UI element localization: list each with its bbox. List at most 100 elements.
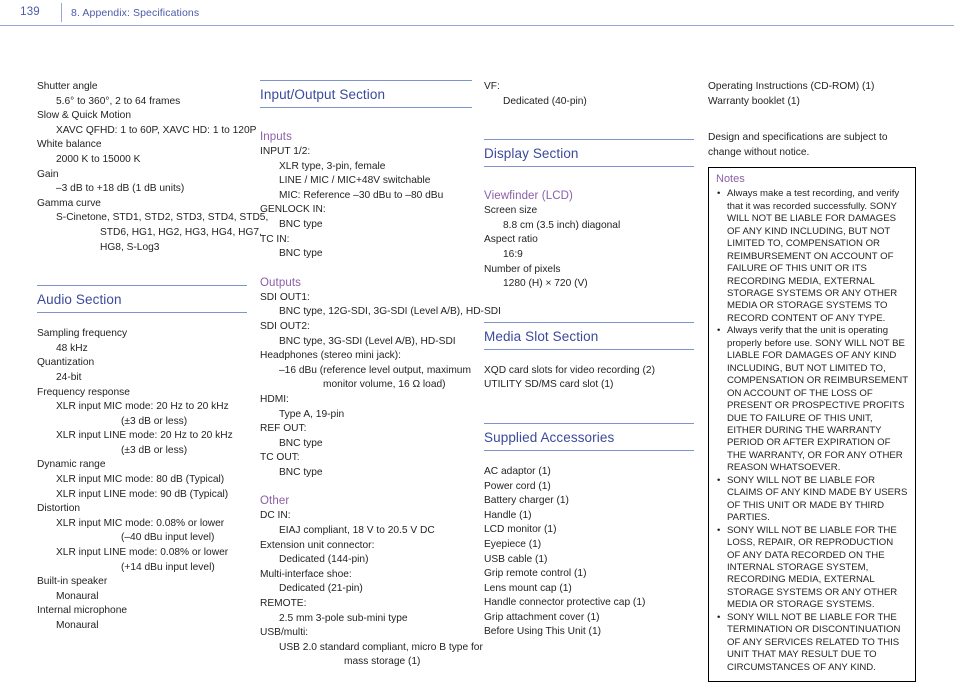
note-text: SONY WILL NOT BE LIABLE FOR CLAIMS OF AN… xyxy=(727,474,908,524)
spec-label: Frequency response xyxy=(37,386,130,398)
column-3: VF: Dedicated (40-pin) Display Section V… xyxy=(484,80,694,640)
spec-label: Shutter angle xyxy=(37,81,98,92)
spec-value: XLR input MIC mode: 80 dB (Typical) xyxy=(56,474,225,486)
spec-value: Dedicated (40-pin) xyxy=(503,95,587,107)
spec-value: EIAJ compliant, 18 V to 20.5 V DC xyxy=(279,525,435,537)
accessory-item: Battery charger (1) xyxy=(484,495,569,507)
spec-value-continuation: monitor volume, 16 Ω load) xyxy=(323,379,446,391)
page-title: 8. Appendix: Specifications xyxy=(71,7,200,19)
spec-value: 24-bit xyxy=(56,371,82,383)
accessory-item: Power cord (1) xyxy=(484,480,551,492)
spec-value: 2.5 mm 3-pole sub-mini type xyxy=(279,612,408,624)
accessory-item: AC adaptor (1) xyxy=(484,465,551,477)
column-1: Shutter angle 5.6° to 360°, 2 to 64 fram… xyxy=(37,80,269,634)
spec-value: MIC: Reference –30 dBu to –80 dBu xyxy=(279,189,444,201)
note-item: • SONY WILL NOT BE LIABLE FOR CLAIMS OF … xyxy=(716,475,908,525)
spec-value: BNC type xyxy=(279,466,323,478)
section-heading-display: Display Section xyxy=(484,139,694,168)
spec-label: Built-in speaker xyxy=(37,576,108,588)
spec-value: Monaural xyxy=(56,620,99,631)
spec-value: 8.8 cm (3.5 inch) diagonal xyxy=(503,219,621,231)
spec-label: SDI OUT1: xyxy=(260,291,310,303)
spec-label: Sampling frequency xyxy=(37,328,128,340)
spec-value-continuation: mass storage (1) xyxy=(344,656,421,668)
spec-value: XAVC QFHD: 1 to 60P, XAVC HD: 1 to 120P xyxy=(56,124,257,136)
spec-label: Distortion xyxy=(37,503,81,515)
accessory-item: Lens mount cap (1) xyxy=(484,582,572,594)
spec-value: BNC type xyxy=(279,218,323,230)
spec-value: 16:9 xyxy=(503,248,523,260)
subheading-outputs: Outputs xyxy=(260,276,301,289)
note-text: SONY WILL NOT BE LIABLE FOR THE LOSS, RE… xyxy=(727,524,898,611)
accessory-item: Handle connector protective cap (1) xyxy=(484,597,646,609)
accessory-item: Handle (1) xyxy=(484,509,532,521)
spec-value: BNC type, 3G-SDI (Level A/B), HD-SDI xyxy=(279,335,456,347)
spec-value: Monaural xyxy=(56,590,99,602)
spec-label: Gain xyxy=(37,168,59,180)
bullet-icon: • xyxy=(717,474,721,486)
spec-label: TC IN: xyxy=(260,233,290,245)
header-divider xyxy=(61,3,62,22)
spec-value: S-Cinetone, STD1, STD2, STD3, STD4, STD5… xyxy=(56,212,269,224)
note-item: • Always make a test recording, and veri… xyxy=(716,188,908,325)
page-header: 139 8. Appendix: Specifications xyxy=(0,0,954,28)
bullet-icon: • xyxy=(717,325,721,337)
column-2: Input/Output Section Inputs INPUT 1/2: X… xyxy=(260,80,501,670)
spec-value: BNC type, 12G-SDI, 3G-SDI (Level A/B), H… xyxy=(279,306,501,318)
spec-label: REF OUT: xyxy=(260,423,307,435)
specifications-disclaimer: Design and specifications are subject to… xyxy=(708,132,888,158)
subheading-viewfinder-lcd: Viewfinder (LCD) xyxy=(484,190,573,203)
spec-label: Quantization xyxy=(37,357,95,369)
spec-label: Multi-interface shoe: xyxy=(260,568,352,580)
bullet-icon: • xyxy=(717,611,721,623)
spec-value: XLR input LINE mode: 0.08% or lower xyxy=(56,547,229,559)
spec-value-continuation: (–40 dBu input level) xyxy=(121,532,215,544)
spec-value: –3 dB to +18 dB (1 dB units) xyxy=(56,183,185,195)
spec-label: VF: xyxy=(484,81,500,92)
spec-label: Internal microphone xyxy=(37,605,128,617)
spec-value: XLR input LINE mode: 20 Hz to 20 kHz xyxy=(56,430,233,442)
page-number: 139 xyxy=(20,6,40,18)
spec-label: DC IN: xyxy=(260,510,291,522)
specification-page: 139 8. Appendix: Specifications Shutter … xyxy=(0,0,954,682)
spec-label: White balance xyxy=(37,139,102,151)
spec-value-continuation: HG8, S-Log3 xyxy=(100,241,160,253)
spec-value-continuation: (±3 dB or less) xyxy=(121,444,188,456)
note-item: • Always verify that the unit is operati… xyxy=(716,325,908,474)
accessory-item: Grip attachment cover (1) xyxy=(484,611,600,623)
spec-label: INPUT 1/2: xyxy=(260,146,311,157)
notes-box: Notes • Always make a test recording, an… xyxy=(708,167,916,682)
note-text: Always verify that the unit is operating… xyxy=(727,325,908,474)
subheading-other: Other xyxy=(260,495,290,508)
note-item: • SONY WILL NOT BE LIABLE FOR THE LOSS, … xyxy=(716,525,908,612)
accessory-item: Grip remote control (1) xyxy=(484,568,587,580)
spec-value: 1280 (H) × 720 (V) xyxy=(503,278,588,290)
spec-value: Dedicated (21-pin) xyxy=(279,583,363,595)
spec-value: BNC type xyxy=(279,437,323,449)
spec-value: XLR input MIC mode: 20 Hz to 20 kHz xyxy=(56,401,229,413)
spec-value: –16 dBu (reference level output, maximum xyxy=(279,364,471,376)
media-slot-line: UTILITY SD/MS card slot (1) xyxy=(484,379,614,391)
spec-label: USB/multi: xyxy=(260,627,309,639)
spec-value: LINE / MIC / MIC+48V switchable xyxy=(279,175,431,187)
accessory-item: Warranty booklet (1) xyxy=(708,95,800,107)
spec-value-continuation: (±3 dB or less) xyxy=(121,415,188,427)
spec-label: SDI OUT2: xyxy=(260,320,310,332)
notes-title: Notes xyxy=(716,173,745,186)
section-heading-media-slot: Media Slot Section xyxy=(484,321,694,350)
spec-value: Type A, 19-pin xyxy=(279,408,345,420)
spec-label: Screen size xyxy=(484,205,538,217)
spec-value-continuation: STD6, HG1, HG2, HG3, HG4, HG7, xyxy=(100,226,262,238)
media-slot-line: XQD card slots for video recording (2) xyxy=(484,364,655,376)
spec-value: 2000 K to 15000 K xyxy=(56,153,141,165)
spec-label: HDMI: xyxy=(260,393,289,405)
spec-value: XLR input MIC mode: 0.08% or lower xyxy=(56,517,225,529)
spec-label: Aspect ratio xyxy=(484,234,538,246)
spec-label: Headphones (stereo mini jack): xyxy=(260,350,401,362)
subheading-inputs: Inputs xyxy=(260,131,292,143)
bullet-icon: • xyxy=(717,188,721,200)
accessory-item: LCD monitor (1) xyxy=(484,524,557,536)
spec-label: GENLOCK IN: xyxy=(260,204,326,216)
column-4: Operating Instructions (CD-ROM) (1) Warr… xyxy=(708,80,920,682)
spec-value: 5.6° to 360°, 2 to 64 frames xyxy=(56,95,181,107)
